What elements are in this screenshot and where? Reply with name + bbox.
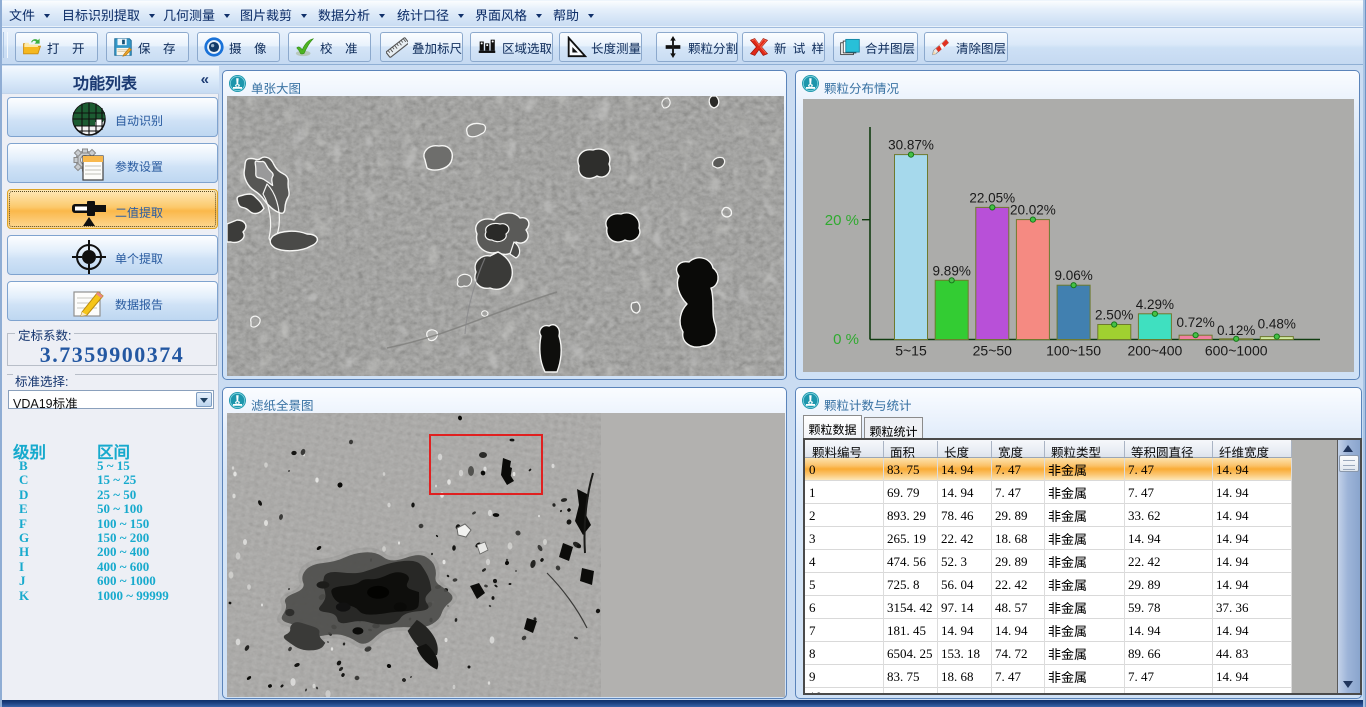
svg-text:4.29%: 4.29% — [1136, 297, 1174, 312]
svg-text:9.06%: 9.06% — [1054, 268, 1092, 283]
svg-text:0 %: 0 % — [833, 331, 859, 348]
svg-text:5~15: 5~15 — [895, 343, 927, 359]
svg-text:20.02%: 20.02% — [1010, 203, 1056, 218]
svg-text:22.05%: 22.05% — [969, 190, 1015, 205]
svg-text:100~150: 100~150 — [1046, 343, 1101, 359]
svg-text:0.48%: 0.48% — [1258, 317, 1296, 332]
svg-text:2.50%: 2.50% — [1095, 308, 1133, 323]
svg-text:0.72%: 0.72% — [1176, 315, 1214, 330]
svg-text:200~400: 200~400 — [1127, 343, 1182, 359]
svg-text:9.89%: 9.89% — [933, 263, 971, 278]
svg-text:25~50: 25~50 — [973, 343, 1013, 359]
svg-text:0.12%: 0.12% — [1217, 323, 1255, 338]
svg-text:600~1000: 600~1000 — [1205, 343, 1268, 359]
svg-text:30.87%: 30.87% — [888, 138, 934, 153]
svg-text:20 %: 20 % — [825, 212, 859, 229]
